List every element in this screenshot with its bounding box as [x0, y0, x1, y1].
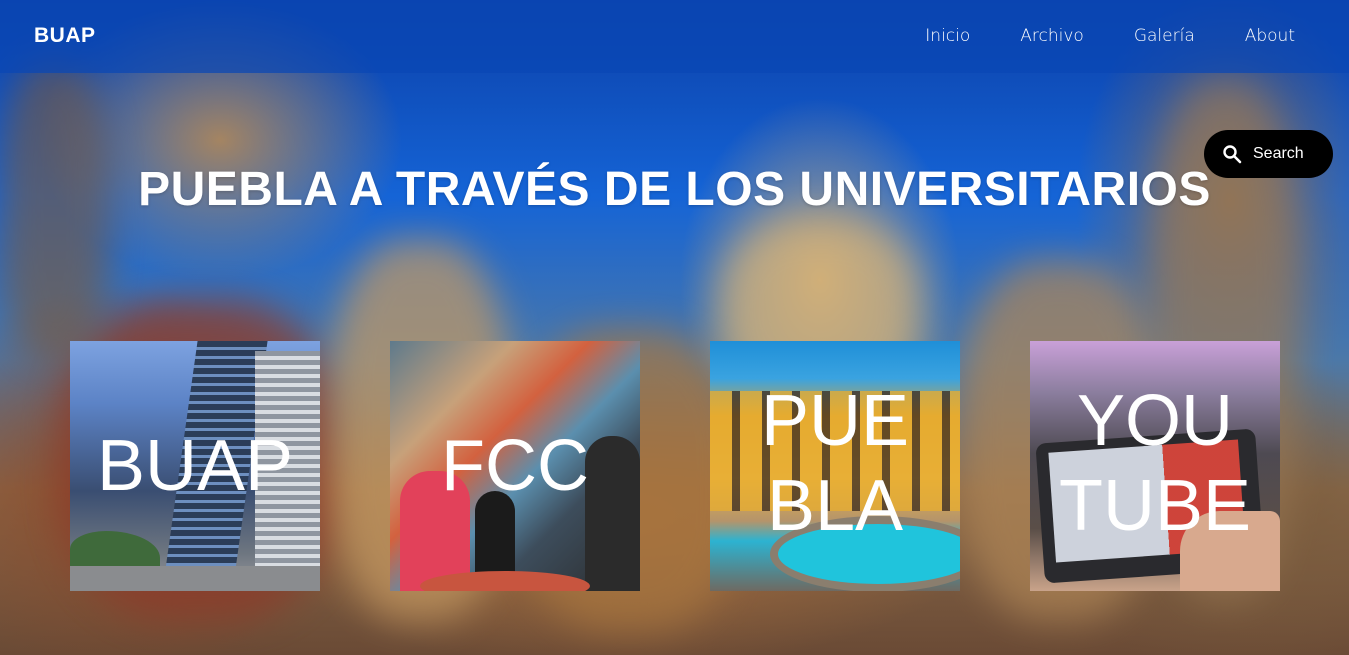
page-title: PUEBLA A TRAVÉS DE LOS UNIVERSITARIOS — [138, 163, 1211, 216]
nav-links: Inicio Archivo Galería About — [925, 26, 1295, 46]
search-label: Search — [1253, 145, 1304, 162]
nav-link-inicio[interactable]: Inicio — [925, 26, 970, 46]
card-label-fcc: FCC — [441, 426, 589, 506]
search-button[interactable]: Search — [1204, 130, 1333, 178]
card-label-youtube-line2: TUBE — [1058, 466, 1252, 546]
brand-logo[interactable]: BUAP — [34, 24, 96, 48]
card-label-buap: BUAP — [96, 426, 294, 506]
card-label-puebla-line2: BLA — [766, 466, 904, 546]
card-youtube[interactable]: YOU TUBE — [1030, 341, 1280, 591]
card-label-puebla-line1: PUE — [760, 381, 910, 461]
nav-link-galeria[interactable]: Galería — [1134, 26, 1195, 46]
top-navbar: BUAP Inicio Archivo Galería About — [0, 0, 1349, 73]
card-puebla[interactable]: PUE BLA — [710, 341, 960, 591]
card-label-youtube-line1: YOU — [1076, 381, 1234, 461]
nav-link-about[interactable]: About — [1245, 26, 1295, 46]
card-fcc[interactable]: FCC — [390, 341, 640, 591]
nav-link-archivo[interactable]: Archivo — [1020, 26, 1084, 46]
card-buap[interactable]: BUAP — [70, 341, 320, 591]
search-icon — [1223, 145, 1242, 164]
